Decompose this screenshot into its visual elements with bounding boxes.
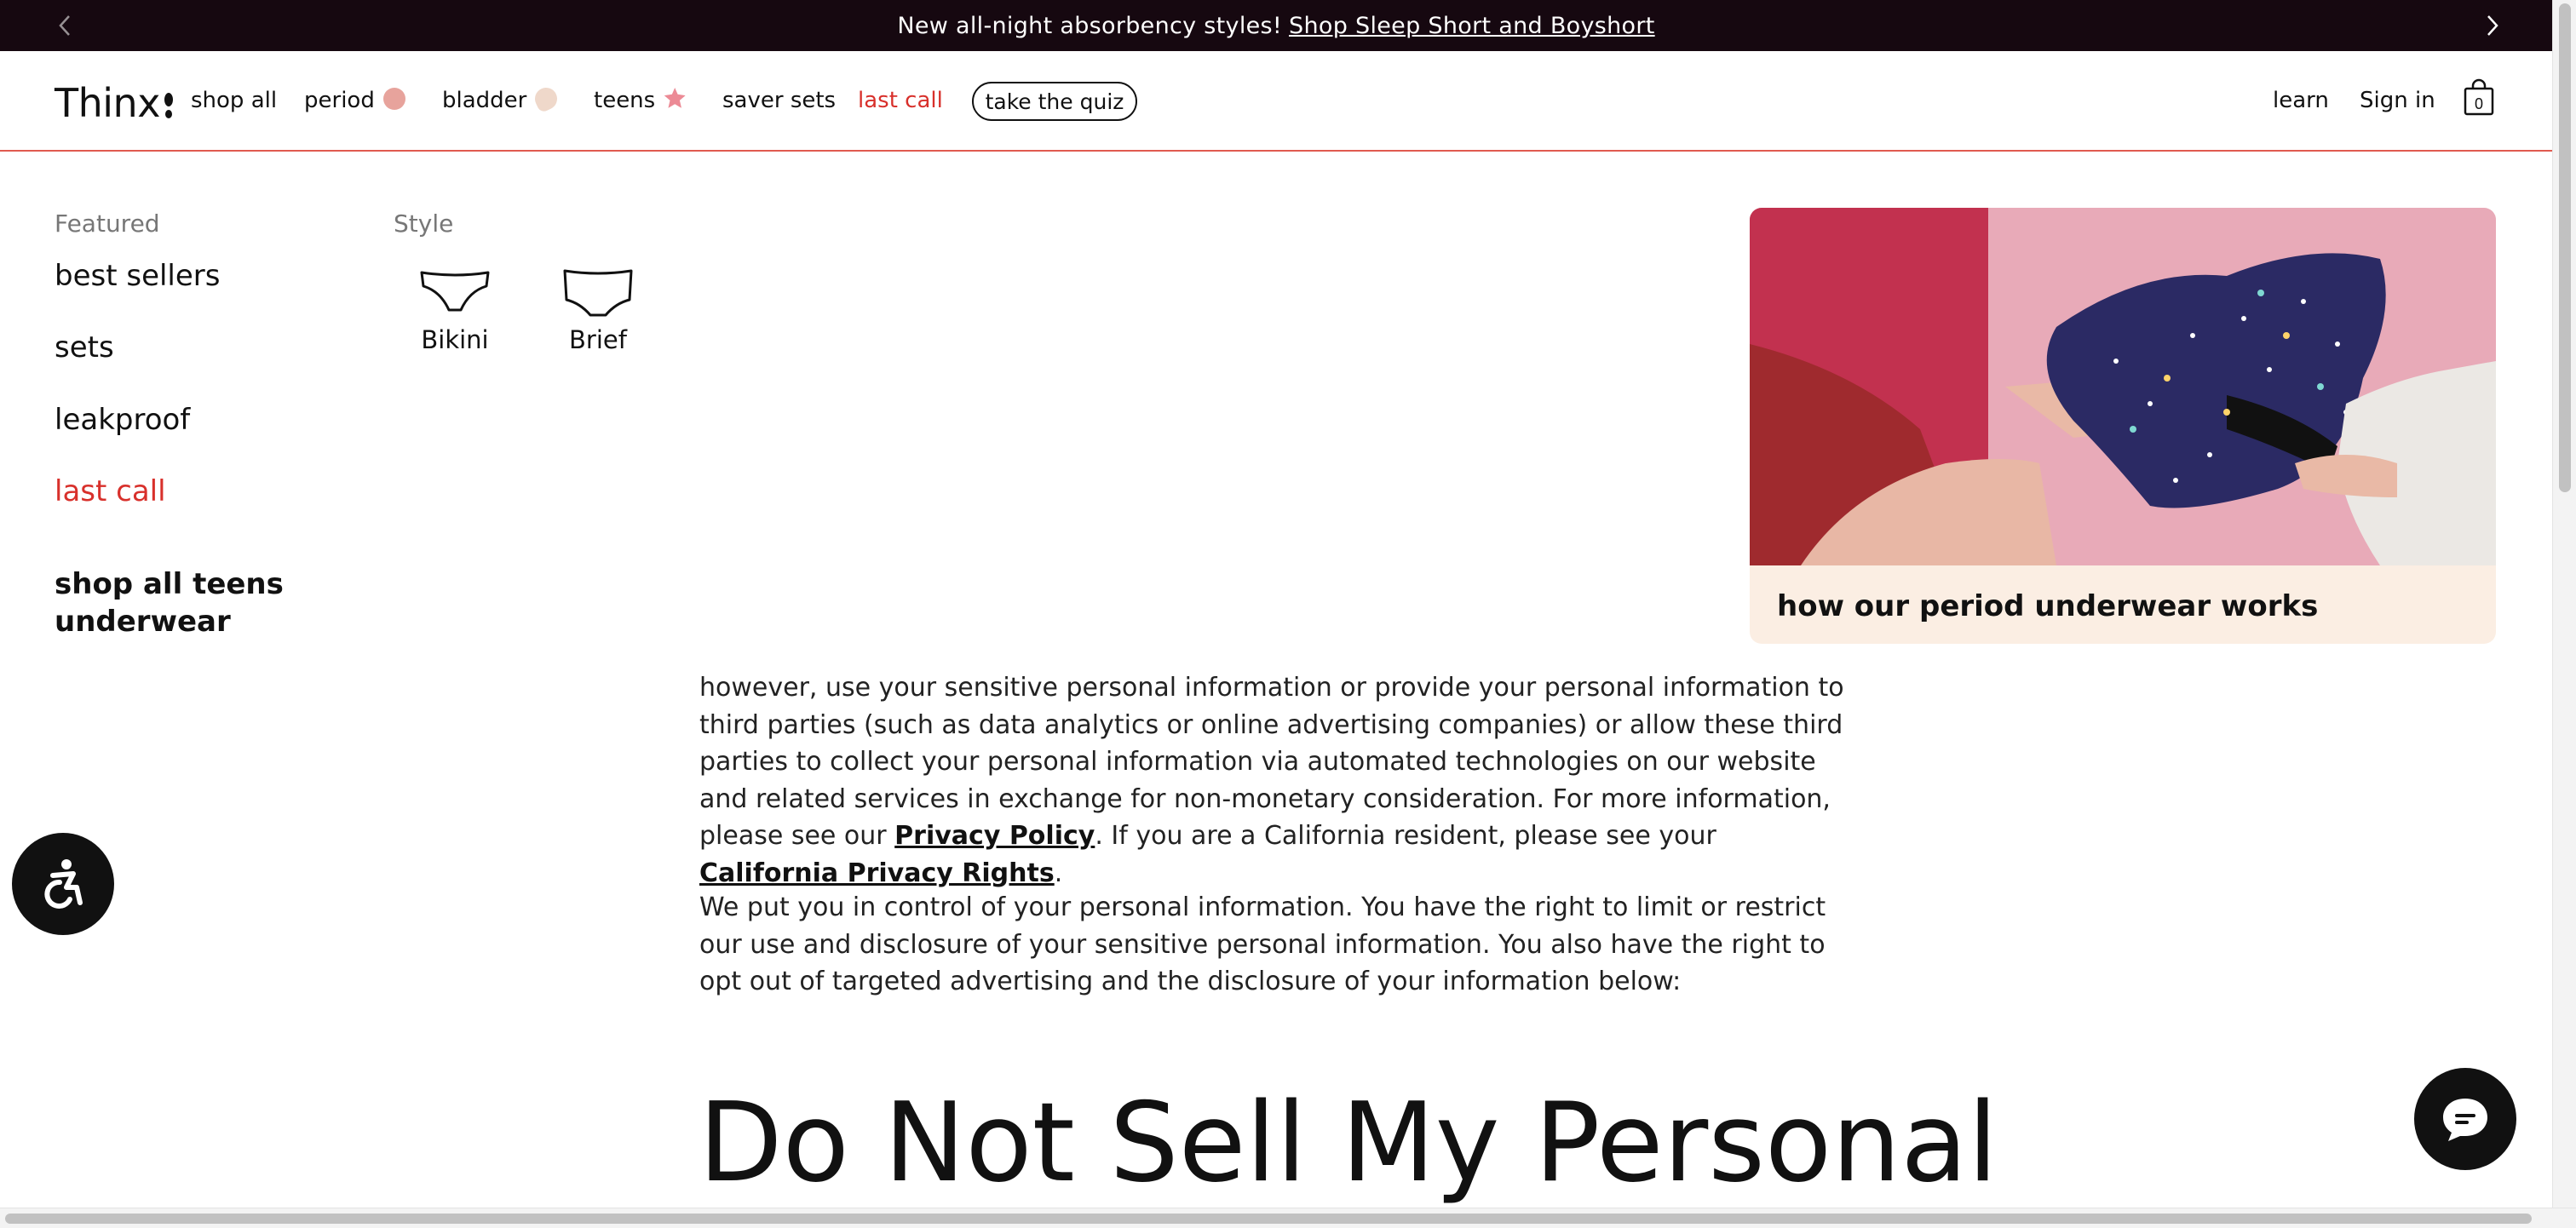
bladder-swatch-icon <box>532 83 561 114</box>
nav-bladder[interactable]: bladder <box>442 83 561 115</box>
chat-button[interactable] <box>2414 1068 2516 1170</box>
teens-star-icon <box>664 88 686 108</box>
privacy-policy-link[interactable]: Privacy Policy <box>894 821 1095 851</box>
take-the-quiz-button[interactable]: take the quiz <box>972 82 1137 121</box>
cart-count: 0 <box>2475 95 2483 112</box>
nav-learn[interactable]: learn <box>2273 86 2329 115</box>
promo-caption: how our period underwear works <box>1777 589 2319 623</box>
horizontal-scrollbar-thumb[interactable] <box>5 1214 2532 1224</box>
style-brief[interactable]: Brief <box>551 266 645 354</box>
site-header: Thinx shop all period bladder teens save… <box>0 51 2552 152</box>
menu-leakproof[interactable]: leakproof <box>55 401 190 439</box>
bikini-underwear-icon <box>420 271 490 312</box>
announcement-prev-button[interactable] <box>39 0 90 51</box>
paragraph-text: . If you are a California resident, plea… <box>1095 821 1716 851</box>
nav-shop-all[interactable]: shop all <box>191 86 277 115</box>
control-paragraph: We put you in control of your personal i… <box>699 892 1826 996</box>
promo-card[interactable]: how our period underwear works <box>1750 208 2496 644</box>
nav-last-call[interactable]: last call <box>858 86 943 115</box>
privacy-paragraph: however, use your sensitive personal inf… <box>699 669 1858 892</box>
style-bikini[interactable]: Bikini <box>408 266 502 354</box>
nav-period[interactable]: period <box>304 86 405 115</box>
vertical-scrollbar[interactable] <box>2552 0 2576 1208</box>
nav-saver-sets[interactable]: saver sets <box>722 86 836 115</box>
style-bikini-label: Bikini <box>421 325 489 354</box>
nav-teens[interactable]: teens <box>594 86 686 115</box>
chevron-left-icon <box>59 15 70 36</box>
page-heading: Do Not Sell My Personal <box>699 1080 1998 1207</box>
announcement-text: New all-night absorbency styles! <box>897 12 1283 39</box>
chat-bubble-icon <box>2443 1099 2487 1141</box>
vertical-scrollbar-thumb[interactable] <box>2559 3 2571 492</box>
sign-in-link[interactable]: Sign in <box>2360 86 2435 115</box>
horizontal-scrollbar[interactable] <box>0 1208 2576 1228</box>
style-label: Style <box>394 209 454 238</box>
announcement-bar: New all-night absorbency styles! Shop Sl… <box>0 0 2552 51</box>
cart-button[interactable]: 0 <box>2464 78 2494 116</box>
style-brief-label: Brief <box>569 325 627 354</box>
shopping-bag-icon: 0 <box>2464 78 2494 116</box>
period-swatch-icon <box>382 88 405 110</box>
accessibility-icon <box>44 859 83 909</box>
announcement-next-button[interactable] <box>2467 0 2518 51</box>
announcement-link[interactable]: Shop Sleep Short and Boyshort <box>1289 13 1655 39</box>
promo-photo <box>1750 208 2496 565</box>
accessibility-button[interactable] <box>12 833 114 935</box>
menu-sets[interactable]: sets <box>55 329 114 366</box>
teens-mega-menu: Featured best sellers sets leakproof las… <box>0 153 2552 657</box>
brief-underwear-icon <box>563 269 633 317</box>
california-privacy-rights-link[interactable]: California Privacy Rights <box>699 858 1055 888</box>
chevron-right-icon <box>2487 15 2498 36</box>
paragraph-text: . <box>1054 858 1063 888</box>
featured-label: Featured <box>55 209 160 238</box>
menu-shop-all-teens[interactable]: shop all teens underwear <box>55 565 310 640</box>
menu-last-call[interactable]: last call <box>55 473 166 510</box>
menu-best-sellers[interactable]: best sellers <box>55 257 221 295</box>
thinx-logo[interactable]: Thinx <box>55 83 173 123</box>
